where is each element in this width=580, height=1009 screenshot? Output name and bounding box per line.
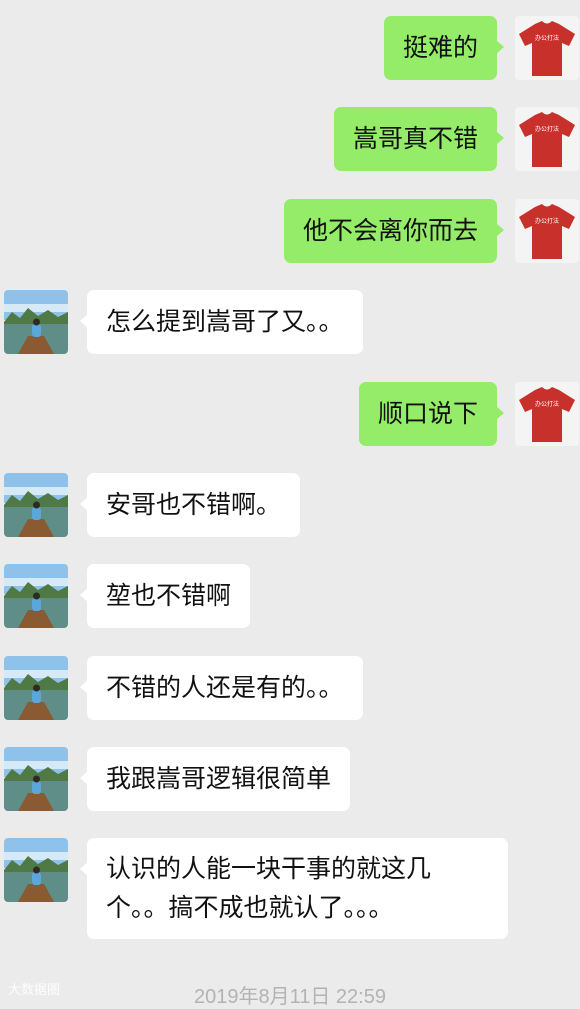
red-tshirt-avatar[interactable]: 办公打法 — [515, 107, 579, 171]
message-timestamp: 2019年8月11日 22:59 — [194, 986, 386, 1008]
message-bubble-incoming[interactable]: 认识的人能一块干事的就这几个。。搞不成也就认了。。。 — [80, 838, 508, 939]
message-bubble-incoming[interactable]: 堃也不错啊 — [79, 564, 251, 628]
tshirt-logo: 办公打法 — [535, 400, 559, 408]
boat-lake-icon — [4, 564, 68, 628]
message-row: 挺难的 办公打法 — [0, 16, 580, 80]
message-row: 顺口说下 办公打法 — [0, 382, 580, 446]
watermark: 大数据圈 — [8, 982, 61, 997]
message-bubble-outgoing[interactable]: 挺难的 — [383, 16, 505, 80]
boat-lake-avatar[interactable] — [4, 290, 68, 354]
message-bubble-incoming[interactable]: 安哥也不错啊。 — [79, 473, 301, 537]
message-row: 安哥也不错啊。 — [0, 473, 580, 537]
boat-lake-icon — [4, 473, 68, 537]
red-tshirt-icon: 办公打法 — [515, 16, 579, 80]
message-bubble-incoming[interactable]: 不错的人还是有的。。 — [80, 656, 363, 720]
boat-lake-avatar[interactable] — [4, 564, 68, 628]
message-row: 他不会离你而去 办公打法 — [0, 199, 580, 263]
message-row: 嵩哥真不错 办公打法 — [0, 107, 580, 171]
boat-lake-icon — [4, 656, 68, 720]
chat-window: 挺难的 办公打法 嵩哥真不错 办公打法 他不会离你而去 办公打法 怎么提到嵩哥了… — [0, 0, 580, 1008]
message-row: 堃也不错啊 — [0, 564, 580, 628]
message-bubble-outgoing[interactable]: 顺口说下 — [358, 382, 505, 446]
boat-lake-avatar[interactable] — [4, 656, 68, 720]
message-bubble-incoming[interactable]: 我跟嵩哥逻辑很简单 — [79, 747, 351, 811]
boat-lake-avatar[interactable] — [4, 473, 68, 537]
red-tshirt-avatar[interactable]: 办公打法 — [515, 16, 579, 80]
boat-lake-icon — [4, 747, 68, 811]
message-bubble-outgoing[interactable]: 嵩哥真不错 — [333, 107, 505, 171]
message-row: 我跟嵩哥逻辑很简单 — [0, 747, 580, 811]
red-tshirt-icon: 办公打法 — [515, 107, 579, 171]
message-bubble-incoming[interactable]: 怎么提到嵩哥了又。。 — [80, 290, 363, 354]
tshirt-logo: 办公打法 — [535, 217, 559, 225]
boat-lake-icon — [4, 290, 68, 354]
red-tshirt-icon: 办公打法 — [515, 382, 579, 446]
tshirt-logo: 办公打法 — [535, 125, 559, 133]
red-tshirt-avatar[interactable]: 办公打法 — [515, 382, 579, 446]
boat-lake-avatar[interactable] — [4, 838, 68, 902]
red-tshirt-avatar[interactable]: 办公打法 — [515, 199, 579, 263]
boat-lake-avatar[interactable] — [4, 747, 68, 811]
message-row: 怎么提到嵩哥了又。。 — [0, 290, 580, 354]
message-row: 认识的人能一块干事的就这几个。。搞不成也就认了。。。 — [0, 838, 580, 939]
tshirt-logo: 办公打法 — [535, 34, 559, 42]
red-tshirt-icon: 办公打法 — [515, 199, 579, 263]
message-row: 不错的人还是有的。。 — [0, 656, 580, 720]
boat-lake-icon — [4, 838, 68, 902]
message-bubble-outgoing[interactable]: 他不会离你而去 — [283, 199, 505, 263]
